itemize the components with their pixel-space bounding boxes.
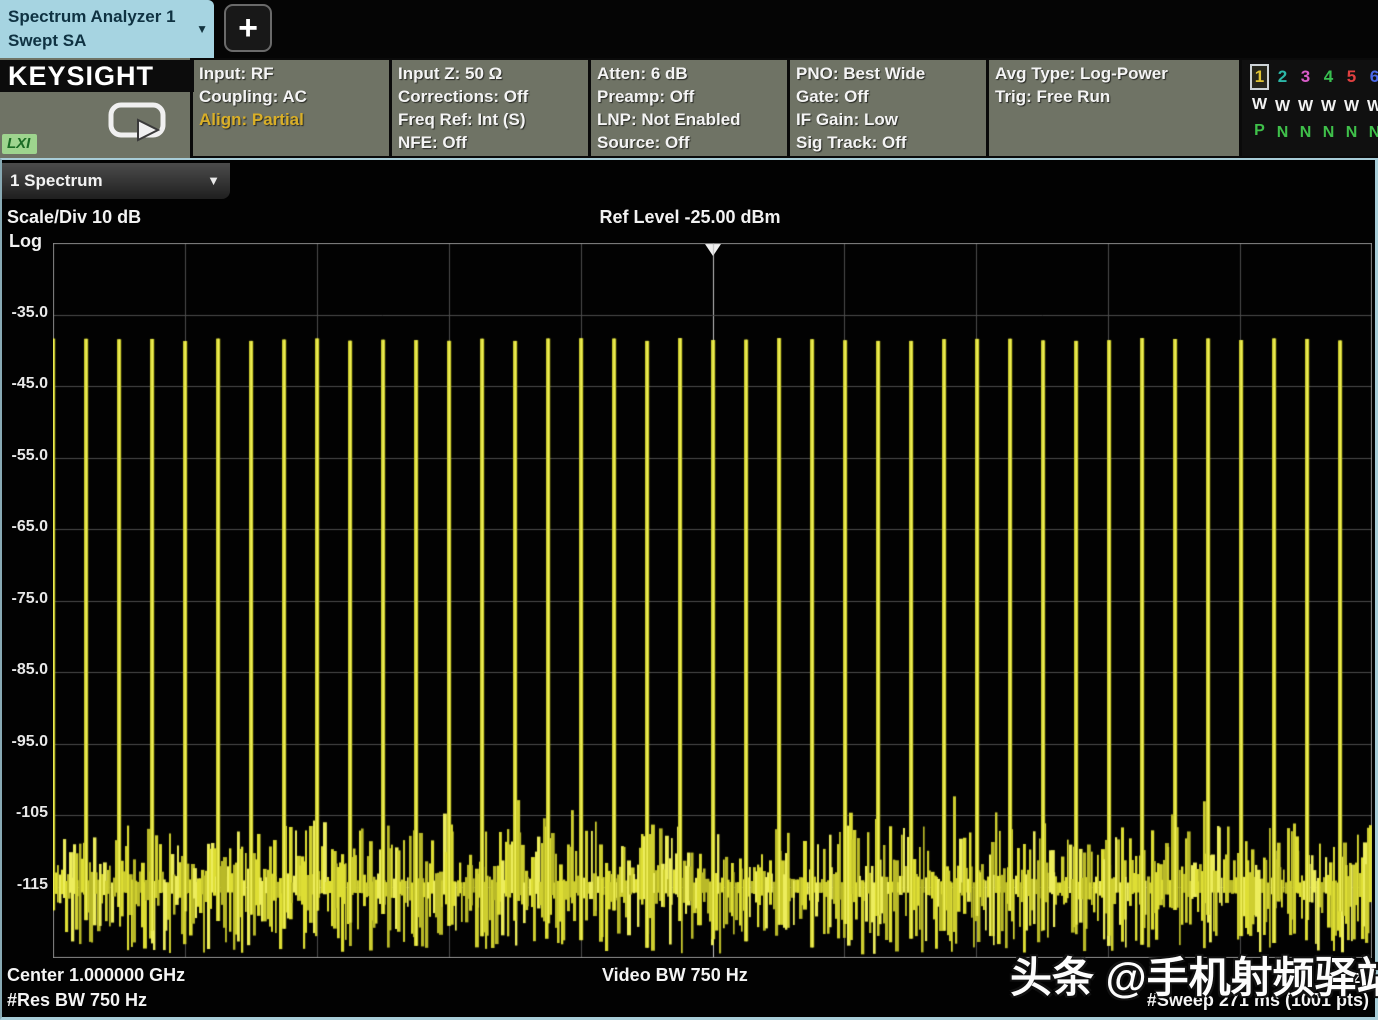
header-setting-line: Gate: Off — [796, 85, 986, 108]
tab-title-line2: Swept SA — [8, 29, 176, 53]
amplitude-tick-label: -65.0 — [2, 518, 48, 536]
video-bw-annotation[interactable]: Video BW 750 Hz — [602, 965, 748, 986]
header-setting-line: Input Z: 50 Ω — [398, 62, 588, 85]
amplitude-tick-label: -35.0 — [2, 304, 48, 322]
watermark-text: 头条 @手机射频驿站 — [1010, 944, 1378, 1005]
trace-type-letter: W — [1340, 92, 1363, 122]
amplitude-tick-label: -55.0 — [2, 447, 48, 465]
header-settings-columns: Input: RFCoupling: ACAlign: PartialInput… — [190, 58, 1239, 158]
header-settings-column-3[interactable]: Atten: 6 dBPreamp: OffLNP: Not EnabledSo… — [591, 60, 787, 156]
amplitude-tick-label: -85.0 — [2, 661, 48, 679]
header-settings-column-1[interactable]: Input: RFCoupling: ACAlign: Partial — [193, 60, 389, 156]
tab-spectrum-analyzer-1[interactable]: Spectrum Analyzer 1 Swept SA ▼ — [0, 0, 214, 58]
trace-detector-letter: P — [1248, 120, 1271, 146]
header-settings-column-2[interactable]: Input Z: 50 ΩCorrections: OffFreq Ref: I… — [392, 60, 588, 156]
header-setting-line: Sig Track: Off — [796, 131, 986, 154]
trace-indicator-2[interactable]: 2WN — [1271, 64, 1294, 148]
trace-type-letter: W — [1363, 92, 1378, 122]
amplitude-tick-label: -75.0 — [2, 590, 48, 608]
amplitude-tick-label: -105 — [2, 804, 48, 822]
trace-type-letter: W — [1271, 92, 1294, 122]
trace-number: 3 — [1294, 64, 1317, 92]
res-bw-annotation[interactable]: #Res BW 750 Hz — [7, 990, 147, 1011]
header-setting-line: Align: Partial — [199, 108, 389, 131]
header-setting-line: IF Gain: Low — [796, 108, 986, 131]
trace-indicator-6[interactable]: 6WN — [1363, 64, 1378, 148]
ref-level-label[interactable]: Ref Level -25.00 dBm — [530, 207, 850, 228]
header-settings-column-5[interactable]: Avg Type: Log-PowerTrig: Free Run — [989, 60, 1239, 156]
trace-indicator-5[interactable]: 5WN — [1340, 64, 1363, 148]
header-setting-line: LNP: Not Enabled — [597, 108, 787, 131]
measurement-display: 1 Spectrum ▼ Scale/Div 10 dB Log Ref Lev… — [0, 158, 1378, 1020]
trace-type-letter: W — [1317, 92, 1340, 122]
trace-detector-letter: N — [1363, 122, 1378, 148]
header-setting-line: Source: Off — [597, 131, 787, 154]
amplitude-tick-label: -95.0 — [2, 733, 48, 751]
add-tab-button[interactable]: + — [224, 4, 272, 52]
keysight-logo: KEYSIGHT — [0, 60, 194, 92]
trace-status-panel: 1WP2WN3WN4WN5WN6WN — [1242, 60, 1378, 156]
trace-type-letter: W — [1248, 90, 1271, 120]
trace-detector-letter: N — [1294, 122, 1317, 148]
amplitude-tick-label: -115 — [2, 876, 48, 894]
trace-number: 5 — [1340, 64, 1363, 92]
header-setting-line: PNO: Best Wide — [796, 62, 986, 85]
trace-indicator-1[interactable]: 1WP — [1248, 64, 1271, 148]
trace-detector-letter: N — [1317, 122, 1340, 148]
tab-bar: Spectrum Analyzer 1 Swept SA ▼ + — [0, 0, 1378, 58]
trace-detector-letter: N — [1271, 122, 1294, 148]
spectrum-analyzer-screen: Spectrum Analyzer 1 Swept SA ▼ + KEYSIGH… — [0, 0, 1378, 1020]
header-setting-line: Preamp: Off — [597, 85, 787, 108]
center-frequency-annotation[interactable]: Center 1.000000 GHz — [7, 965, 185, 986]
trace-detector-letter: N — [1340, 122, 1363, 148]
header-setting-line: Avg Type: Log-Power — [995, 62, 1239, 85]
brand-block: KEYSIGHT LXI — [0, 58, 190, 158]
tab-title-line1: Spectrum Analyzer 1 — [8, 5, 176, 29]
continuous-sweep-icon[interactable] — [108, 102, 170, 147]
scale-type-label[interactable]: Log — [9, 231, 42, 252]
tab-dropdown-caret-icon[interactable]: ▼ — [196, 22, 208, 36]
system-settings-bar: KEYSIGHT LXI Input: RFCoupling: ACAlign:… — [0, 58, 1378, 158]
trace-number: 2 — [1271, 64, 1294, 92]
header-setting-line: Atten: 6 dB — [597, 62, 787, 85]
header-settings-column-4[interactable]: PNO: Best WideGate: OffIF Gain: LowSig T… — [790, 60, 986, 156]
header-setting-line: Input: RF — [199, 62, 389, 85]
spectrum-trace-plot[interactable] — [53, 243, 1372, 958]
window-title-dropdown[interactable]: 1 Spectrum ▼ — [2, 163, 230, 199]
window-dropdown-caret-icon: ▼ — [207, 163, 220, 199]
header-setting-line: NFE: Off — [398, 131, 588, 154]
trace-type-letter: W — [1294, 92, 1317, 122]
header-setting-line: Trig: Free Run — [995, 85, 1239, 108]
trace-number: 6 — [1363, 64, 1378, 92]
lxi-badge: LXI — [2, 134, 37, 154]
trace-number: 4 — [1317, 64, 1340, 92]
trace-indicator-4[interactable]: 4WN — [1317, 64, 1340, 148]
trace-indicator-3[interactable]: 3WN — [1294, 64, 1317, 148]
tab-title: Spectrum Analyzer 1 Swept SA — [8, 5, 176, 53]
window-title-label: 1 Spectrum — [2, 171, 103, 190]
header-setting-line: Corrections: Off — [398, 85, 588, 108]
header-setting-line: Coupling: AC — [199, 85, 389, 108]
trace-number: 1 — [1250, 64, 1269, 90]
scale-per-div-label[interactable]: Scale/Div 10 dB — [7, 207, 141, 228]
header-setting-line: Freq Ref: Int (S) — [398, 108, 588, 131]
amplitude-tick-label: -45.0 — [2, 375, 48, 393]
